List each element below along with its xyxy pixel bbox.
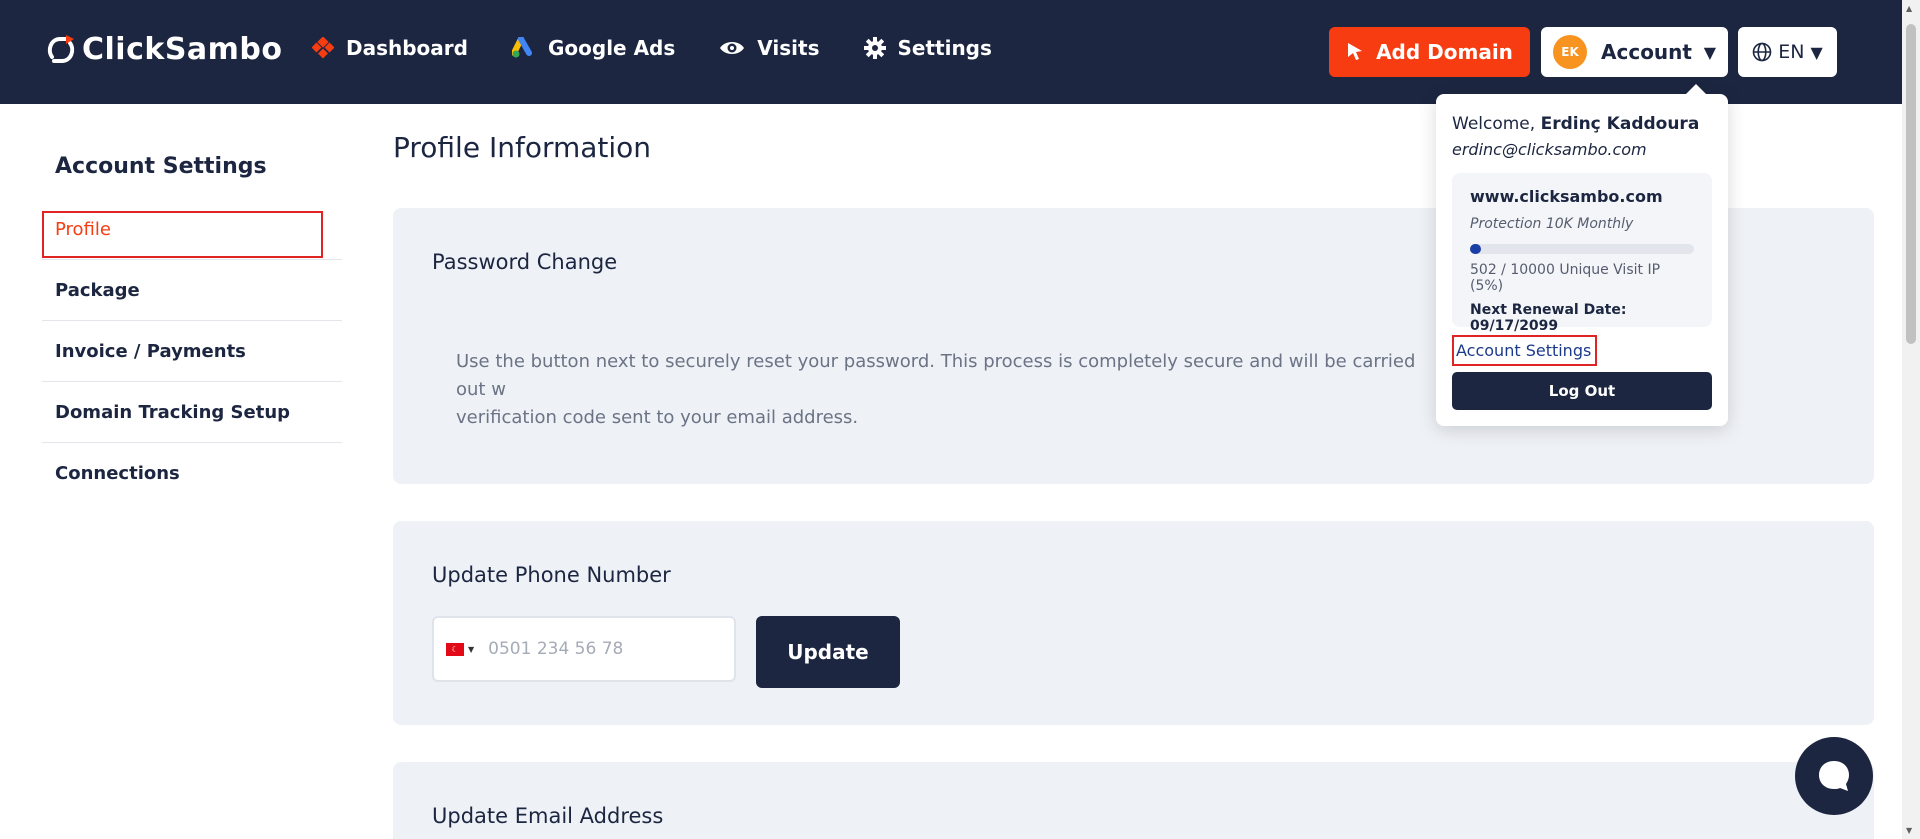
caret-down-icon: ▼ xyxy=(1810,42,1823,62)
cursor-arrow-icon xyxy=(1348,43,1363,60)
password-change-title: Password Change xyxy=(432,250,618,274)
password-change-description: Use the button next to securely reset yo… xyxy=(456,348,1436,432)
language-selector[interactable]: EN ▼ xyxy=(1738,27,1837,77)
plan-renewal-date: Next Renewal Date: 09/17/2099 xyxy=(1470,302,1627,334)
caret-down-icon[interactable]: ▼ xyxy=(468,645,474,654)
nav-google-ads-label: Google Ads xyxy=(547,36,676,60)
nav-settings-label: Settings xyxy=(897,36,992,60)
welcome-text: Welcome, Erdinç Kaddoura xyxy=(1452,114,1712,134)
scroll-up-arrow-icon[interactable]: ▲ xyxy=(1906,4,1912,13)
update-phone-label: Update xyxy=(787,640,869,664)
language-label: EN xyxy=(1778,41,1805,63)
update-email-title: Update Email Address xyxy=(432,804,664,828)
eye-icon xyxy=(720,42,745,54)
user-email: erdinc@clicksambo.com xyxy=(1452,140,1647,159)
chat-widget-button[interactable] xyxy=(1795,737,1873,815)
sidebar-item-profile[interactable]: Profile xyxy=(42,199,342,260)
sidebar-item-package[interactable]: Package xyxy=(42,260,342,321)
user-name: Erdinç Kaddoura xyxy=(1540,114,1700,134)
password-description-line1: Use the button next to securely reset yo… xyxy=(456,351,1416,400)
welcome-prefix: Welcome, xyxy=(1452,114,1536,134)
nav-dashboard[interactable]: Dashboard xyxy=(312,36,468,60)
brand-name: ClickSambo xyxy=(82,32,283,67)
account-settings-sidebar: Account Settings Profile Package Invoice… xyxy=(42,154,342,504)
top-navigation-bar: ClickSambo Dashboard Google Ads Visits S… xyxy=(0,0,1902,104)
logo-mark-icon xyxy=(47,34,75,63)
page-scrollbar[interactable]: ▲ ▼ xyxy=(1902,0,1920,839)
sidebar-title: Account Settings xyxy=(55,154,267,179)
usage-progress-fill xyxy=(1470,244,1482,254)
scrollbar-thumb[interactable] xyxy=(1906,24,1916,344)
sidebar-item-invoice-payments[interactable]: Invoice / Payments xyxy=(42,321,342,382)
update-phone-button[interactable]: Update xyxy=(756,616,900,688)
phone-field: ☾ ▼ xyxy=(432,616,736,682)
nav-google-ads[interactable]: Google Ads xyxy=(511,36,676,60)
dashboard-icon xyxy=(312,37,334,59)
nav-dashboard-label: Dashboard xyxy=(346,36,468,60)
gear-icon xyxy=(863,37,886,59)
plan-usage: 502 / 10000 Unique Visit IP (5%) xyxy=(1470,262,1661,294)
google-ads-icon xyxy=(511,37,532,58)
add-domain-button[interactable]: Add Domain xyxy=(1329,27,1530,77)
account-menu-button[interactable]: EK Account ▼ xyxy=(1541,27,1728,77)
phone-input[interactable] xyxy=(488,639,709,659)
update-phone-card: Update Phone Number ☾ ▼ Update xyxy=(393,521,1874,725)
usage-progress-bar xyxy=(1470,244,1694,254)
plan-summary: www.clicksambo.com Protection 10K Monthl… xyxy=(1452,173,1712,334)
sidebar-list: Profile Package Invoice / Payments Domai… xyxy=(42,199,342,504)
sidebar-item-domain-tracking-setup[interactable]: Domain Tracking Setup xyxy=(42,382,342,443)
account-dropdown: Welcome, Erdinç Kaddoura erdinc@clicksam… xyxy=(1436,84,1728,426)
password-description-line2: verification code sent to your email add… xyxy=(456,407,859,428)
update-email-card: Update Email Address xyxy=(393,762,1874,839)
add-domain-label: Add Domain xyxy=(1376,40,1513,64)
account-label: Account xyxy=(1601,40,1692,64)
turkey-flag-icon[interactable]: ☾ xyxy=(446,642,464,656)
clicksambo-logo[interactable]: ClickSambo xyxy=(46,32,283,67)
main-nav: Dashboard Google Ads Visits Settings xyxy=(312,36,992,60)
logout-label: Log Out xyxy=(1548,382,1616,400)
nav-settings[interactable]: Settings xyxy=(863,36,992,60)
page-title: Profile Information xyxy=(393,131,652,164)
logout-button[interactable]: Log Out xyxy=(1452,372,1712,410)
nav-visits-label: Visits xyxy=(757,36,820,60)
account-settings-link[interactable]: Account Settings xyxy=(1452,335,1598,366)
globe-icon xyxy=(1752,42,1772,62)
nav-visits[interactable]: Visits xyxy=(719,36,820,60)
update-phone-title: Update Phone Number xyxy=(432,563,671,587)
plan-name: Protection 10K Monthly xyxy=(1470,216,1634,232)
scroll-down-arrow-icon[interactable]: ▼ xyxy=(1906,826,1912,835)
avatar: EK xyxy=(1553,35,1587,69)
sidebar-item-connections[interactable]: Connections xyxy=(42,443,342,504)
chat-bubble-icon xyxy=(1819,761,1849,791)
caret-down-icon: ▼ xyxy=(1703,42,1716,62)
plan-domain: www.clicksambo.com xyxy=(1470,187,1663,206)
